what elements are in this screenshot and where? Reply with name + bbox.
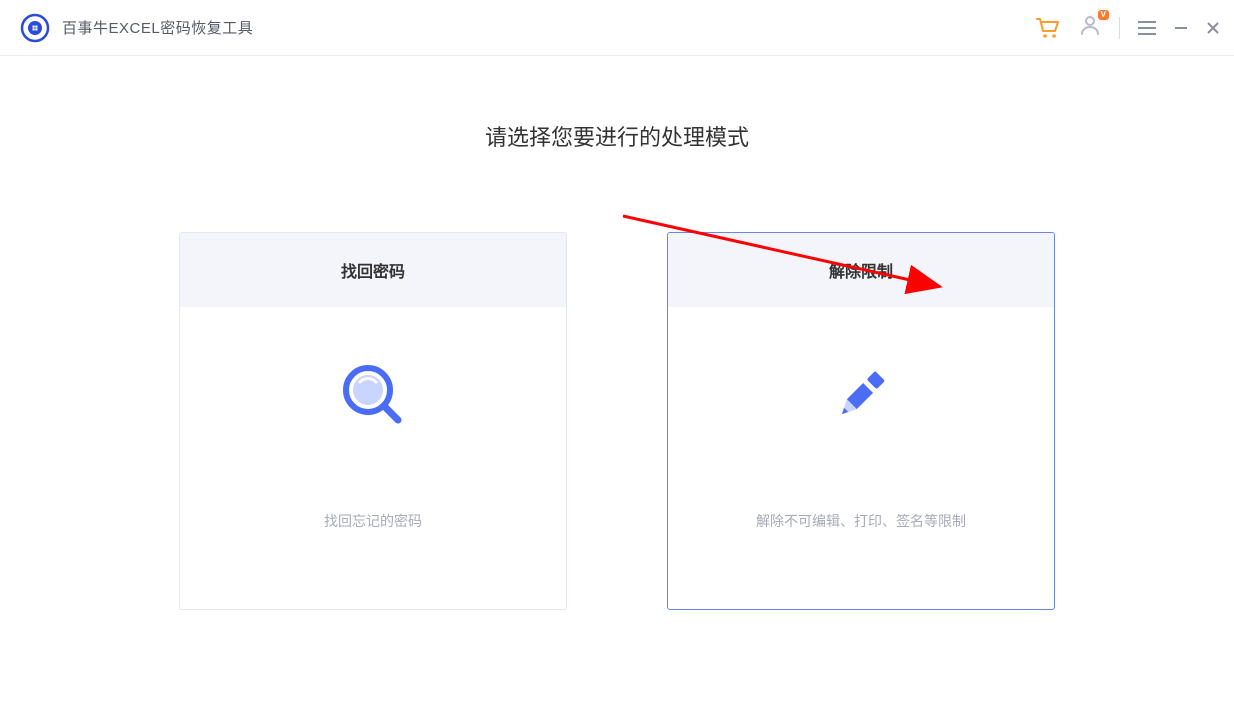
close-button[interactable] <box>1206 21 1220 35</box>
titlebar: 百事牛EXCEL密码恢复工具 V <box>0 0 1234 56</box>
minimize-button[interactable] <box>1174 21 1188 35</box>
card-body: 找回忘记的密码 <box>180 307 566 609</box>
card-title: 解除限制 <box>829 258 893 282</box>
menu-icon[interactable] <box>1138 21 1156 35</box>
card-title-band: 找回密码 <box>180 233 566 307</box>
card-title: 找回密码 <box>341 258 405 282</box>
divider <box>1119 17 1120 39</box>
titlebar-left: 百事牛EXCEL密码恢复工具 <box>20 13 253 43</box>
mode-cards-row: 找回密码 找回忘记的密码 解除限制 <box>179 232 1055 610</box>
main-content: 请选择您要进行的处理模式 找回密码 <box>0 56 1234 610</box>
card-desc: 解除不可编辑、打印、签名等限制 <box>756 511 966 531</box>
card-body: 解除不可编辑、打印、签名等限制 <box>668 307 1054 609</box>
card-desc: 找回忘记的密码 <box>324 511 422 531</box>
card-title-band: 解除限制 <box>668 233 1054 307</box>
user-account-button[interactable]: V <box>1079 14 1101 41</box>
vip-badge: V <box>1098 10 1109 20</box>
app-logo-icon <box>20 13 50 43</box>
mode-card-recover-password[interactable]: 找回密码 找回忘记的密码 <box>179 232 567 610</box>
magnifier-icon <box>338 355 408 435</box>
mode-card-remove-restriction[interactable]: 解除限制 解除不可编辑、打印、签名等限制 <box>667 232 1055 610</box>
pencil-icon <box>826 355 896 435</box>
cart-icon[interactable] <box>1035 16 1061 40</box>
page-heading: 请选择您要进行的处理模式 <box>485 120 749 152</box>
app-title: 百事牛EXCEL密码恢复工具 <box>62 17 253 38</box>
titlebar-right: V <box>1035 14 1220 41</box>
